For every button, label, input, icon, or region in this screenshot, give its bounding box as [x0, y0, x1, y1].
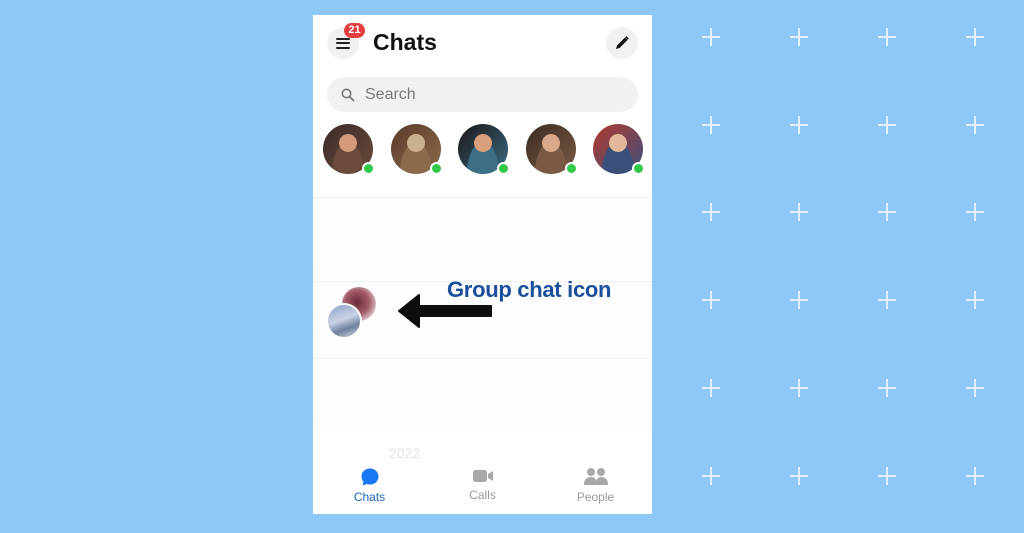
plus-icon [878, 203, 896, 221]
story-avatar-3[interactable] [458, 124, 510, 175]
tab-calls-label: Calls [469, 488, 496, 502]
online-status-indicator [429, 162, 443, 175]
group-chat-avatar[interactable] [326, 287, 378, 339]
online-status-indicator [497, 162, 510, 175]
group-member-photo [326, 303, 362, 339]
page-title: Chats [373, 29, 437, 55]
plus-icon [966, 467, 984, 485]
plus-icon [790, 203, 808, 221]
online-status-indicator [632, 162, 645, 175]
plus-icon [966, 379, 984, 397]
online-status-indicator [564, 162, 578, 175]
search-icon [341, 88, 355, 101]
plus-icon [702, 28, 720, 46]
people-icon [583, 468, 608, 485]
plus-icon [702, 467, 720, 485]
plus-icon [878, 467, 896, 485]
story-avatar-1[interactable] [323, 124, 375, 175]
plus-icon [790, 28, 808, 46]
plus-icon [878, 116, 896, 134]
plus-icon [702, 203, 720, 221]
plus-icon [702, 291, 720, 309]
tab-calls[interactable]: Calls [438, 459, 528, 514]
plus-icon [790, 467, 808, 485]
compose-button[interactable] [606, 27, 638, 59]
divider [313, 358, 652, 359]
plus-icon [878, 291, 896, 309]
plus-icon [966, 203, 984, 221]
notification-badge: 21 [344, 23, 365, 38]
active-contacts-row [323, 124, 645, 176]
story-avatar-4[interactable] [525, 124, 578, 175]
header: 21 Chats [313, 15, 652, 71]
plus-icon [966, 28, 984, 46]
plus-icon [790, 116, 808, 134]
tab-chats[interactable]: Chats [325, 459, 415, 514]
page: 21 Chats Search Group chat icon 2022 Cha… [0, 0, 1024, 533]
hamburger-icon [336, 37, 350, 49]
annotation-label: Group chat icon [447, 277, 612, 302]
tab-people[interactable]: People [551, 459, 641, 514]
story-avatar-2[interactable] [390, 124, 443, 175]
search-bar[interactable] [327, 77, 638, 112]
plus-icon [702, 116, 720, 134]
tab-chats-label: Chats [353, 490, 386, 504]
plus-icon [878, 379, 896, 397]
plus-icon [966, 291, 984, 309]
pencil-icon [616, 36, 629, 49]
plus-icon [790, 379, 808, 397]
story-avatar-5[interactable] [593, 124, 645, 175]
plus-icon [878, 28, 896, 46]
tab-people-label: People [576, 490, 615, 504]
online-status-indicator [362, 162, 375, 175]
search-input[interactable] [365, 85, 615, 104]
plus-icon [790, 291, 808, 309]
messenger-screen: 21 Chats Search Group chat icon 2022 Cha… [313, 15, 652, 514]
plus-icon [702, 379, 720, 397]
divider [313, 197, 652, 198]
video-camera-icon [472, 470, 493, 482]
chat-bubble-icon [361, 468, 378, 486]
bottom-navigation: Chats Calls People [313, 459, 652, 514]
plus-icon [966, 116, 984, 134]
